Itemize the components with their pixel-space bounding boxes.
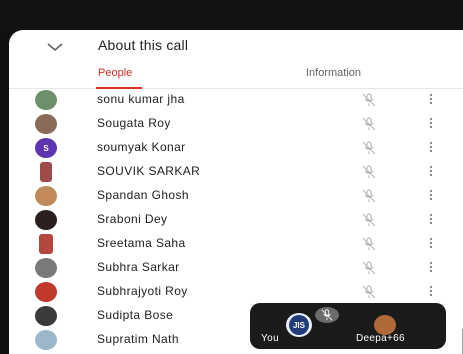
participant-name: Subhrajyoti Roy — [97, 284, 188, 298]
avatar — [35, 114, 57, 134]
sheet-header: About this call — [9, 30, 463, 64]
more-options-icon[interactable] — [429, 286, 433, 298]
participant-name: SOUVIK SARKAR — [97, 164, 201, 178]
participant-name: Subhra Sarkar — [97, 260, 180, 274]
participant-row[interactable]: Sougata Roy — [9, 112, 463, 136]
participant-row[interactable]: Spandan Ghosh — [9, 184, 463, 208]
participant-name: soumyak Konar — [97, 140, 186, 154]
participant-name: Sraboni Dey — [97, 212, 168, 226]
participant-row[interactable]: Subhra Sarkar — [9, 256, 463, 280]
mic-off-icon — [362, 93, 376, 107]
avatar — [35, 210, 57, 230]
mic-off-icon — [362, 237, 376, 251]
more-options-icon[interactable] — [429, 190, 433, 202]
mic-off-icon — [362, 117, 376, 131]
jis-logo-icon: JIS — [289, 315, 309, 335]
other-participant-label: Deepa+66 — [356, 333, 405, 344]
overflow-count: +66 — [386, 333, 405, 344]
mic-off-icon — [362, 189, 376, 203]
self-avatar: JIS — [286, 313, 312, 337]
more-options-icon[interactable] — [429, 118, 433, 130]
avatar — [40, 162, 52, 182]
avatar: S — [35, 138, 57, 158]
mic-off-icon — [362, 141, 376, 155]
participant-row[interactable]: SOUVIK SARKAR — [9, 160, 463, 184]
avatar — [35, 306, 57, 326]
avatar — [39, 234, 53, 254]
participant-name: Sougata Roy — [97, 116, 171, 130]
tab-bar: People Information — [9, 64, 463, 89]
avatar — [35, 258, 57, 278]
more-options-icon[interactable] — [429, 214, 433, 226]
more-options-icon[interactable] — [429, 238, 433, 250]
participant-name: sonu kumar jha — [97, 92, 185, 106]
participant-row[interactable]: sonu kumar jha — [9, 88, 463, 112]
mic-off-icon — [362, 285, 376, 299]
self-label: You — [261, 333, 280, 344]
participant-row[interactable]: Subhrajyoti Roy — [9, 280, 463, 304]
chevron-down-icon[interactable] — [45, 40, 65, 54]
more-options-icon[interactable] — [429, 166, 433, 178]
avatar — [35, 90, 57, 110]
mic-off-icon — [362, 165, 376, 179]
participant-row[interactable]: Sreetama Saha — [9, 232, 463, 256]
participant-name: Sreetama Saha — [97, 236, 186, 250]
avatar — [35, 282, 57, 302]
participant-row[interactable]: Sraboni Dey — [9, 208, 463, 232]
picture-in-picture-panel[interactable]: JIS You Deepa+66 — [250, 303, 446, 349]
more-options-icon[interactable] — [429, 94, 433, 106]
avatar — [35, 186, 57, 206]
tab-people[interactable]: People — [98, 67, 132, 79]
participant-name: Sudipta Bose — [97, 308, 174, 322]
svg-text:JIS: JIS — [293, 321, 306, 330]
other-participant-avatar — [374, 315, 396, 335]
mic-off-icon — [362, 213, 376, 227]
participant-name: Spandan Ghosh — [97, 188, 189, 202]
participant-name: Supratim Nath — [97, 332, 179, 346]
avatar — [35, 330, 57, 350]
mic-off-icon — [315, 307, 339, 323]
more-options-icon[interactable] — [429, 142, 433, 154]
more-options-icon[interactable] — [429, 262, 433, 274]
tab-information[interactable]: Information — [306, 67, 361, 79]
participant-row[interactable]: S soumyak Konar — [9, 136, 463, 160]
top-bar — [0, 0, 463, 30]
other-participant-name: Deepa — [356, 333, 387, 344]
sheet-title: About this call — [98, 37, 189, 53]
mic-off-icon — [362, 261, 376, 275]
